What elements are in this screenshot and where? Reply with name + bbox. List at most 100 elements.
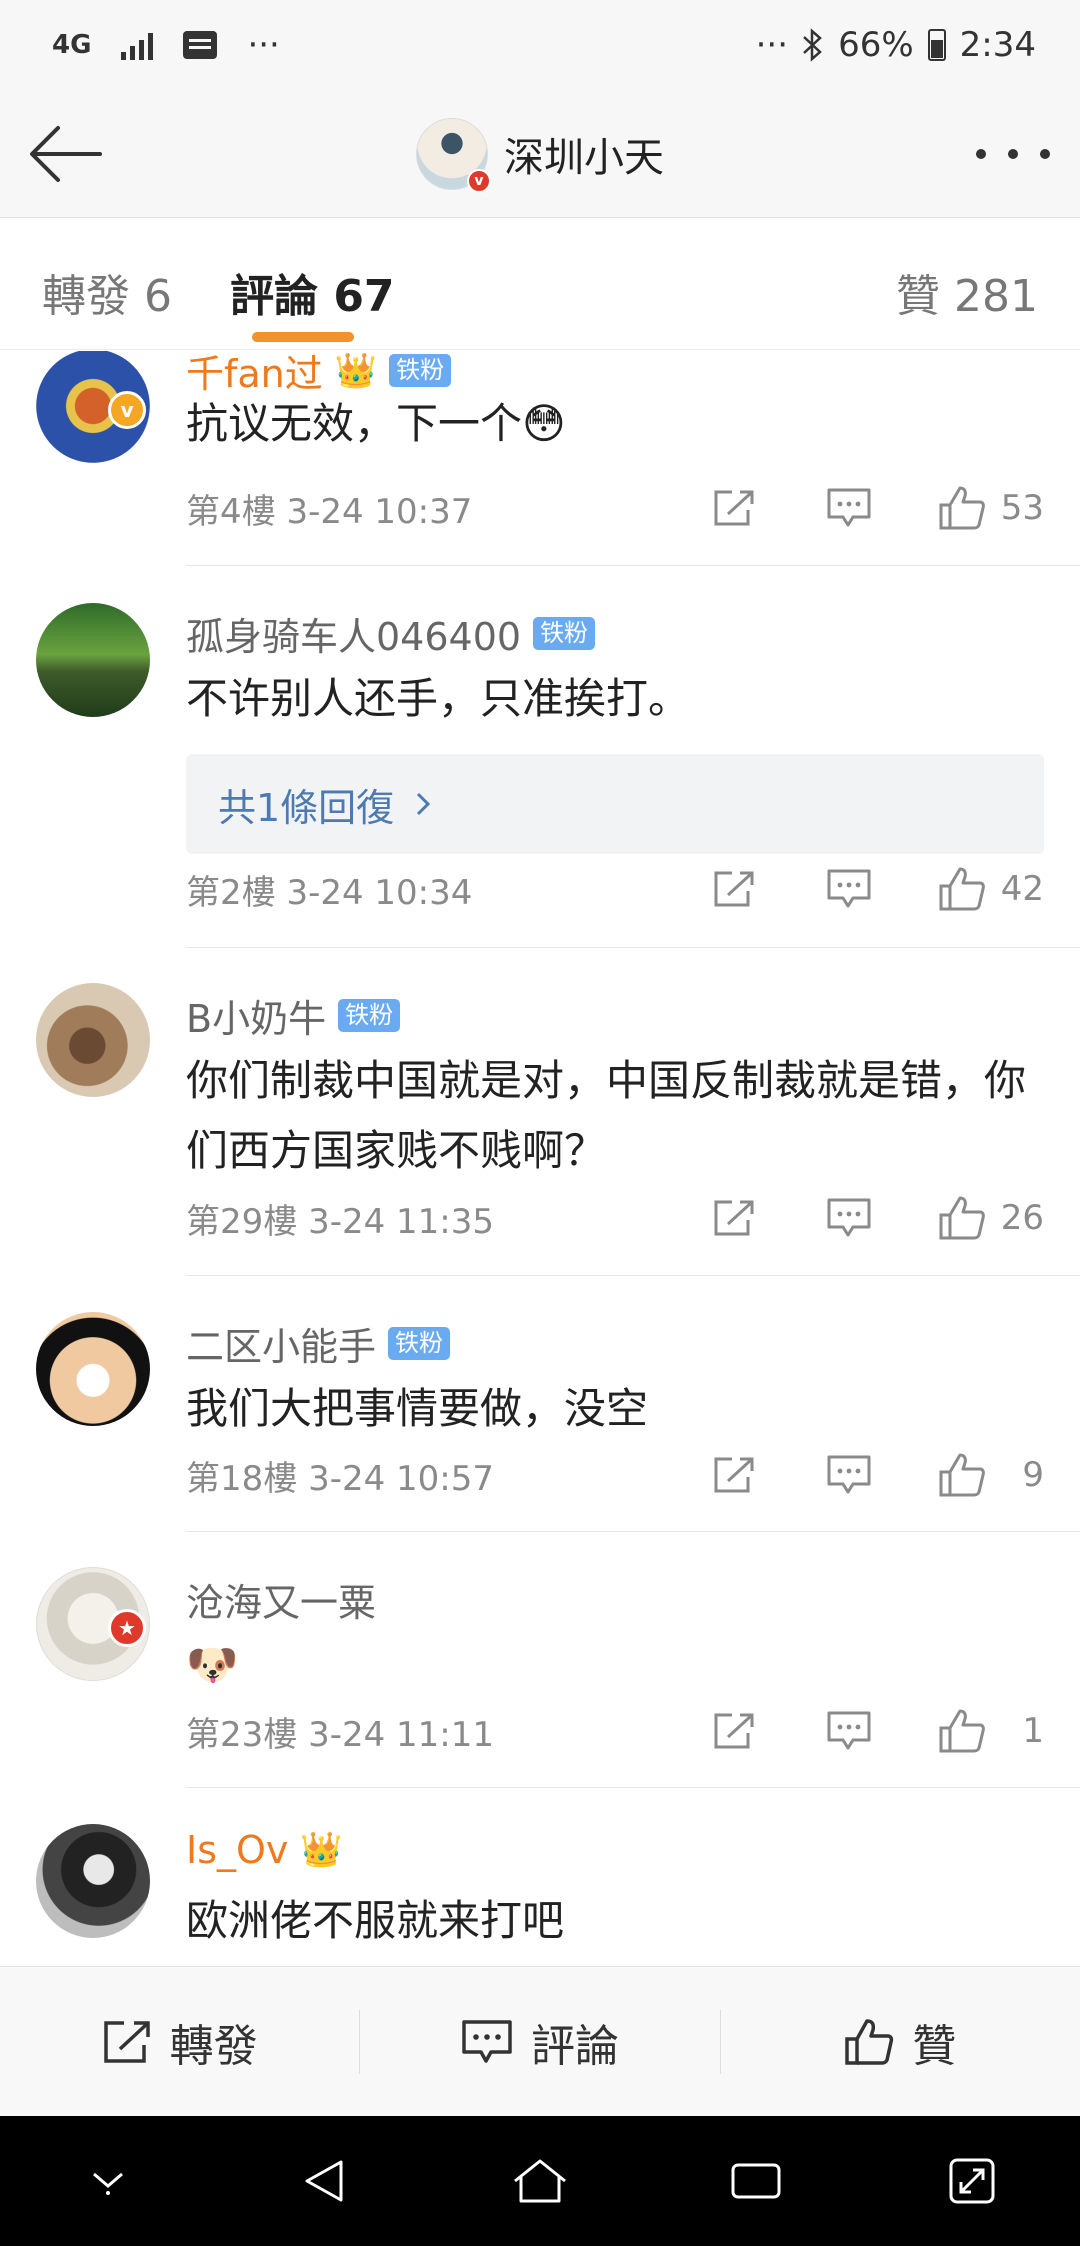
reply-comment-button[interactable] (826, 1197, 872, 1239)
reply-comment-button[interactable] (826, 1454, 872, 1496)
share-icon (714, 1713, 754, 1749)
nav-home-button[interactable] (495, 2136, 585, 2226)
floor-time: 第4樓 3-24 10:37 (186, 491, 473, 532)
comment-item: v 千fan过 👑 铁粉 抗议无效，下一个😳 第4樓 3-24 10:37 53 (0, 351, 1080, 566)
comment-icon (462, 2019, 512, 2063)
tab-bar: 轉發 6 評論 67 贊 281 (0, 218, 1080, 350)
home-icon (514, 2159, 566, 2203)
comment-button[interactable]: 評論 (360, 1967, 719, 2116)
comment-meta: 第4樓 3-24 10:37 53 (186, 478, 1044, 538)
floor-time: 第2樓 3-24 10:34 (186, 872, 473, 913)
comment-icon (827, 1455, 871, 1494)
like-label: 贊 (912, 2020, 957, 2072)
comment-text: 不许别人还手，只准挨打。 (186, 674, 691, 723)
floor-time: 第18樓 3-24 10:57 (186, 1458, 495, 1499)
commenter-name[interactable]: 沧海又一粟 (186, 1572, 376, 1627)
thumbs-up-icon (939, 867, 985, 911)
author-name[interactable]: 深圳小天 (504, 125, 664, 183)
repost-button[interactable]: 轉發 (0, 1967, 359, 2116)
message-notification-icon (183, 31, 218, 59)
tab-likes[interactable]: 贊 281 (896, 260, 1038, 324)
floor-time: 第29樓 3-24 11:35 (186, 1201, 495, 1242)
verified-badge-icon: v (108, 391, 146, 429)
thumbs-up-icon (939, 1709, 985, 1753)
floor-time: 第23樓 3-24 11:11 (186, 1714, 495, 1755)
like-comment-button[interactable]: 9 (938, 1452, 1044, 1498)
more-notifications-icon: ··· (247, 25, 280, 65)
clock: 2:34 (959, 25, 1036, 65)
like-count: 1 (1022, 1711, 1044, 1751)
commenter-name[interactable]: 孤身骑车人046400 (186, 606, 521, 661)
reply-comment-button[interactable] (826, 487, 872, 529)
author-avatar[interactable]: v (416, 118, 491, 193)
battery-percent: 66% (838, 25, 914, 65)
bottom-action-bar: 轉發 評論 贊 (0, 1966, 1080, 2116)
commenter-name[interactable]: B小奶牛 (186, 988, 326, 1043)
comment-icon (827, 1711, 871, 1750)
thumbs-up-icon (939, 1196, 985, 1240)
share-comment-button[interactable] (712, 488, 756, 528)
comment-list[interactable]: v 千fan过 👑 铁粉 抗议无效，下一个😳 第4樓 3-24 10:37 53 (0, 351, 1080, 1966)
thumbs-up-icon (939, 1453, 985, 1497)
like-count: 53 (1000, 488, 1044, 528)
fan-badge: 铁粉 (389, 354, 452, 387)
share-comment-button[interactable] (712, 1455, 756, 1495)
reply-comment-button[interactable] (826, 868, 872, 910)
recents-icon (731, 2163, 781, 2199)
commenter-name-row: 沧海又一粟 (186, 1572, 376, 1627)
comment-meta: 第29樓 3-24 11:35 26 (186, 1188, 1044, 1248)
more-options-button[interactable] (976, 130, 1050, 178)
share-comment-button[interactable] (712, 1198, 756, 1238)
commenter-avatar[interactable] (36, 603, 150, 717)
dot-icon (1008, 149, 1018, 159)
nav-expand-button[interactable] (927, 2136, 1017, 2226)
back-triangle-icon (305, 2160, 343, 2202)
like-button[interactable]: 贊 (721, 1967, 1080, 2116)
share-comment-button[interactable] (712, 1711, 756, 1751)
nav-back-button[interactable] (279, 2136, 369, 2226)
commenter-name[interactable]: 二区小能手 (186, 1316, 376, 1371)
like-comment-button[interactable]: 1 (938, 1708, 1044, 1754)
comment-text: 🐶 (186, 1640, 239, 1689)
commenter-avatar[interactable] (36, 983, 150, 1097)
replies-count-label: 共1條回復 (218, 785, 395, 830)
battery-icon (927, 29, 946, 61)
share-icon (714, 1200, 754, 1236)
chevron-right-icon (417, 792, 431, 816)
comment-icon (827, 488, 871, 527)
signal-icon (121, 30, 154, 60)
like-comment-button[interactable]: 26 (938, 1195, 1044, 1241)
like-count: 9 (1022, 1455, 1044, 1495)
commenter-name-row: 二区小能手 铁粉 (186, 1316, 451, 1371)
fan-badge: 铁粉 (388, 1327, 451, 1360)
thumbs-up-icon (845, 2018, 894, 2065)
comment-text: 抗议无效，下一个😳 (186, 399, 566, 448)
reply-comment-button[interactable] (826, 1710, 872, 1752)
like-count: 42 (1000, 869, 1044, 909)
share-icon (714, 871, 754, 907)
comment-icon (827, 869, 871, 908)
chevron-down-icon (93, 2172, 123, 2195)
nav-recents-button[interactable] (711, 2136, 801, 2226)
commenter-avatar[interactable] (36, 1312, 150, 1426)
share-icon (714, 1457, 754, 1493)
tab-reposts[interactable]: 轉發 6 (42, 260, 172, 324)
comment-icon (827, 1198, 871, 1237)
fan-badge: 铁粉 (338, 999, 401, 1032)
title-bar: v 深圳小天 (0, 90, 1080, 218)
comment-text: 你们制裁中国就是对，中国反制裁就是错，你们西方国家贱不贱啊？ (186, 1056, 1027, 1175)
share-comment-button[interactable] (712, 869, 756, 909)
like-comment-button[interactable]: 53 (938, 485, 1044, 531)
like-comment-button[interactable]: 42 (938, 866, 1044, 912)
status-bar: 4G ··· ··· 66% 2:34 (0, 0, 1080, 90)
view-replies-link[interactable]: 共1條回復 (186, 754, 1044, 854)
fan-badge: 铁粉 (533, 617, 596, 650)
vip-crown-icon: 👑 (334, 351, 378, 391)
thumbs-up-icon (939, 486, 985, 530)
comment-meta: 第2樓 3-24 10:34 42 (186, 859, 1044, 919)
commenter-name[interactable]: Is_Ov (186, 1828, 288, 1872)
commenter-avatar[interactable] (36, 1824, 150, 1938)
hide-keyboard-button[interactable] (63, 2136, 153, 2226)
dot-icon (976, 149, 986, 159)
comment-item: B小奶牛 铁粉 你们制裁中国就是对，中国反制裁就是错，你们西方国家贱不贱啊？ 第… (0, 948, 1080, 1276)
